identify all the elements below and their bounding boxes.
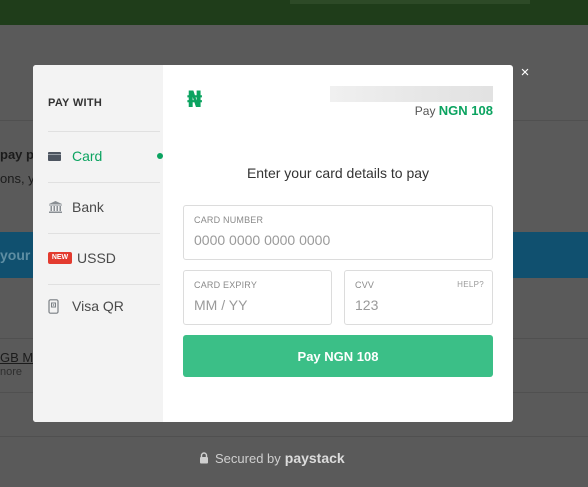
sidebar-item-label: Card — [72, 148, 103, 164]
pay-with-title: PAY WITH — [48, 97, 103, 109]
sidebar-item-ussd[interactable]: NEW USSD — [48, 238, 163, 278]
cvv-help-link[interactable]: HELP? — [457, 280, 484, 289]
cvv-input[interactable] — [355, 297, 480, 313]
sidebar-item-visa-qr[interactable]: Visa QR — [48, 286, 163, 326]
close-icon[interactable]: × — [517, 64, 533, 82]
pay-amount: Pay NGN 108 — [415, 103, 493, 118]
qr-phone-icon — [48, 298, 66, 314]
sidebar-item-card[interactable]: Card — [48, 136, 163, 176]
cvv-field[interactable]: CVV HELP? — [344, 270, 493, 325]
background-top-bar — [0, 0, 588, 25]
pay-amount-prefix: Pay — [414, 104, 436, 118]
new-badge: NEW — [48, 252, 72, 264]
form-heading: Enter your card details to pay — [246, 165, 430, 181]
sidebar-item-label: Bank — [72, 199, 104, 215]
background-text: nore — [0, 366, 23, 378]
payment-method-sidebar: PAY WITH Card Bank NEW USSD Visa QR — [33, 65, 163, 422]
sidebar-divider — [48, 182, 160, 183]
card-number-label: CARD NUMBER — [194, 215, 264, 225]
pay-button[interactable]: Pay NGN 108 — [183, 335, 493, 377]
cvv-label: CVV — [355, 280, 375, 290]
payment-content: ₦ Pay NGN 108 Enter your card details to… — [163, 65, 513, 422]
sidebar-divider — [48, 131, 160, 132]
sidebar-item-label: Visa QR — [72, 298, 124, 314]
card-expiry-field[interactable]: CARD EXPIRY — [183, 270, 332, 325]
sidebar-divider — [48, 233, 160, 234]
sidebar-item-bank[interactable]: Bank — [48, 187, 163, 227]
payment-modal: PAY WITH Card Bank NEW USSD Visa QR ₦ Pa… — [33, 65, 513, 422]
card-expiry-label: CARD EXPIRY — [194, 280, 258, 290]
sidebar-item-label: USSD — [77, 250, 116, 266]
background-text: ons, y — [0, 171, 35, 186]
credit-card-icon — [48, 151, 66, 161]
background-text: GB M — [0, 350, 34, 365]
paystack-logo: paystack — [284, 450, 345, 466]
background-text: pay p — [0, 147, 34, 162]
card-number-input[interactable] — [194, 232, 456, 248]
background-divider — [0, 436, 588, 437]
bank-icon — [48, 200, 66, 214]
lock-icon — [199, 452, 209, 464]
secured-by-footer: Secured by paystack — [199, 450, 345, 466]
naira-icon: ₦ — [187, 88, 203, 113]
card-expiry-input[interactable] — [194, 297, 319, 313]
customer-email-redacted — [330, 86, 493, 102]
pay-amount-value: NGN 108 — [438, 103, 493, 118]
secured-by-text: Secured by — [215, 450, 281, 466]
sidebar-divider — [48, 284, 160, 285]
card-number-field[interactable]: CARD NUMBER — [183, 205, 493, 260]
